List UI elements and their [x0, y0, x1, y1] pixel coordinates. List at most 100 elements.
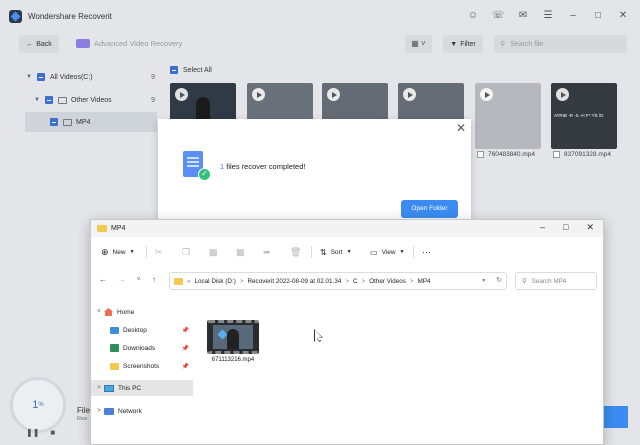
file-item[interactable]: 671113216.mp4 [205, 320, 261, 363]
nav-item-downloads[interactable]: Downloads 📌 [91, 340, 193, 356]
support-icon[interactable]: ☏ [491, 9, 505, 23]
tree-item-count: 9 [151, 96, 155, 104]
chevron-down-icon: ▼ [399, 249, 405, 255]
explorer-search-input[interactable]: ⚲ Search MP4 [515, 272, 597, 290]
tree-item-all-videos[interactable]: ▼ All Videos(C:) 9 [26, 67, 155, 87]
rename-button[interactable]: ▩ [236, 242, 245, 262]
account-icon[interactable]: ☺ [466, 9, 480, 23]
nav-item-label: This PC [118, 384, 142, 392]
divider [413, 246, 414, 258]
mail-icon[interactable]: ✉ [516, 9, 530, 23]
grid-icon: ▦ ˅ [411, 39, 426, 48]
nav-item-network[interactable]: > Network [91, 403, 193, 419]
nav-item-home[interactable]: ˅ Home [91, 304, 193, 320]
recent-locations-icon[interactable]: ˅ [137, 277, 141, 283]
play-icon[interactable] [327, 88, 340, 101]
tree-checkbox[interactable] [36, 73, 45, 81]
pause-icon[interactable]: ❚❚ [26, 428, 39, 437]
filter-icon: ▼ [450, 40, 458, 48]
chevron-right-icon[interactable]: > [94, 408, 104, 414]
close-button[interactable]: ✕ [616, 9, 630, 23]
stop-icon[interactable]: ■ [50, 428, 55, 437]
divider [311, 246, 312, 258]
thumbnail-label[interactable]: 837091328.mp4 [553, 151, 611, 158]
tree-item-mp4[interactable]: MP4 [25, 112, 157, 132]
minimize-button[interactable]: – [566, 9, 580, 23]
maximize-button[interactable]: □ [591, 9, 605, 23]
progress-ring: 1% [10, 377, 66, 433]
tree-checkbox[interactable] [50, 118, 58, 126]
command-bar: ⊕ New ▼ ✂ ❐ ▩ ▩ ➦ 🗑 ⇅ Sort ▼ ▭ View ▼ ··… [91, 242, 603, 262]
delete-button[interactable]: 🗑 [290, 242, 301, 262]
nav-item-label: Screenshots [123, 362, 160, 370]
nav-item-this-pc[interactable]: > This PC [91, 380, 193, 396]
paste-button[interactable]: ▩ [209, 242, 218, 262]
sort-icon: ⇅ [320, 247, 327, 257]
file-status-title: File [77, 406, 90, 415]
minimize-button[interactable]: – [540, 222, 545, 233]
thumbnail-label[interactable]: 760483840.mp4 [477, 151, 535, 158]
play-icon[interactable] [480, 88, 493, 101]
tree-checkbox[interactable] [44, 96, 53, 104]
play-icon[interactable] [175, 88, 188, 101]
view-toggle-button[interactable]: ▦ ˅ [405, 35, 432, 53]
maximize-button[interactable]: □ [563, 222, 568, 233]
pin-icon[interactable]: 📌 [182, 327, 189, 334]
chevron-right-icon[interactable]: > [94, 385, 104, 391]
folder-icon [57, 96, 67, 104]
back-button[interactable]: ← Back [19, 35, 59, 53]
close-button[interactable]: ✕ [586, 222, 594, 233]
dialog-message: 1 files recover completed! [220, 162, 305, 171]
address-bar[interactable]: « Local Disk (D:) > Recoverit 2022-08-09… [169, 272, 507, 290]
breadcrumb-item[interactable]: C [353, 278, 358, 285]
thumbnail-filename: 760483840.mp4 [488, 151, 535, 158]
overflow-icon[interactable]: « [187, 278, 191, 285]
nav-item-desktop[interactable]: Desktop 📌 [91, 322, 193, 338]
chevron-down-icon[interactable]: ▼ [34, 97, 40, 103]
search-input[interactable]: ⚲ Search file [494, 35, 627, 53]
forward-arrow-icon[interactable]: → [118, 275, 126, 284]
video-thumbnail[interactable] [475, 83, 541, 149]
search-icon: ⚲ [522, 277, 527, 285]
more-options-button[interactable]: ··· [422, 242, 431, 262]
play-icon[interactable] [403, 88, 416, 101]
pin-icon[interactable]: 📌 [182, 345, 189, 352]
play-icon[interactable] [556, 88, 569, 101]
share-button[interactable]: ➦ [263, 242, 271, 262]
breadcrumb-item[interactable]: MP4 [418, 278, 431, 285]
cut-button[interactable]: ✂ [155, 242, 163, 262]
checkbox[interactable] [477, 151, 484, 158]
up-arrow-icon[interactable]: ↑ [152, 275, 156, 284]
play-icon[interactable] [252, 88, 265, 101]
back-arrow-icon[interactable]: ← [99, 275, 107, 284]
recover-button[interactable] [600, 406, 628, 428]
sort-button[interactable]: ⇅ Sort ▼ [320, 242, 352, 262]
select-all-checkbox[interactable]: Select All [170, 66, 212, 74]
chevron-down-icon[interactable]: ▼ [26, 74, 32, 80]
checkbox[interactable] [170, 66, 178, 74]
tree-item-other-videos[interactable]: ▼ Other Videos 9 [34, 90, 155, 110]
thumbnail-filename: 837091328.mp4 [564, 151, 611, 158]
share-icon: ➦ [263, 246, 271, 257]
new-button[interactable]: ⊕ New ▼ [101, 242, 135, 262]
rename-icon: ▩ [236, 246, 245, 257]
checkbox[interactable] [553, 151, 560, 158]
open-folder-button[interactable]: Open Folder [401, 200, 458, 218]
chevron-down-icon[interactable]: ▼ [481, 278, 486, 284]
close-icon[interactable]: ✕ [455, 121, 467, 135]
view-button[interactable]: ▭ View ▼ [370, 242, 405, 262]
copy-button[interactable]: ❐ [182, 242, 190, 262]
refresh-icon[interactable]: ↻ [496, 277, 502, 284]
pin-icon[interactable]: 📌 [182, 363, 189, 370]
app-toolbar: ← Back Advanced Video Recovery ▦ ˅ ▼ Fil… [0, 32, 640, 58]
video-thumbnail[interactable]: ATRIB -R -S -H F*.*/S /D [551, 83, 617, 149]
breadcrumb-item[interactable]: Local Disk (D:) [195, 278, 236, 285]
menu-icon[interactable]: ☰ [541, 9, 555, 23]
chevron-down-icon[interactable]: ˅ [94, 309, 104, 315]
filter-button[interactable]: ▼ Filter [443, 35, 483, 53]
nav-item-label: Network [118, 407, 142, 415]
chevron-down-icon: ▼ [346, 249, 352, 255]
breadcrumb-item[interactable]: Other Videos [369, 278, 406, 285]
breadcrumb-item[interactable]: Recoverit 2022-08-09 at 02.01.34 [248, 278, 342, 285]
nav-item-screenshots[interactable]: Screenshots 📌 [91, 358, 193, 374]
